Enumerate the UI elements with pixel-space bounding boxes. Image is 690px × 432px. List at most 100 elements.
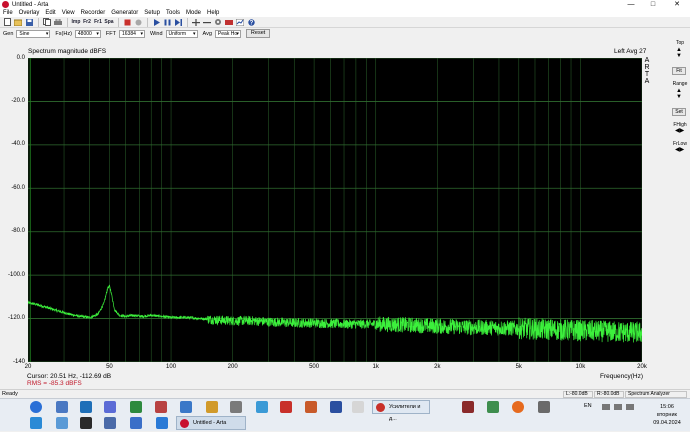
- fhigh-arrows[interactable]: ◀▶: [675, 128, 684, 134]
- app-icon[interactable]: [352, 401, 364, 413]
- app-icon[interactable]: [155, 401, 167, 413]
- app-icon[interactable]: [104, 401, 116, 413]
- help-button[interactable]: ?: [246, 18, 256, 27]
- firefox-icon[interactable]: [512, 401, 524, 413]
- new-file-button[interactable]: [2, 18, 12, 27]
- chevron-down-icon: ▾: [45, 30, 49, 37]
- zoom-app-icon[interactable]: [156, 417, 168, 429]
- app-icon[interactable]: [230, 401, 242, 413]
- save-button[interactable]: [24, 18, 34, 27]
- x-tick-label: 20: [24, 364, 32, 370]
- menu-recorder[interactable]: Recorder: [81, 9, 106, 17]
- menu-tools[interactable]: Tools: [166, 9, 180, 17]
- imp-mode-button[interactable]: Imp: [71, 18, 81, 27]
- menu-generator[interactable]: Generator: [111, 9, 138, 17]
- network-icon[interactable]: [602, 404, 610, 410]
- fft-value: 16384: [122, 30, 136, 37]
- fr1-mode-button[interactable]: Fr1: [93, 18, 103, 27]
- title-bar[interactable]: Untitled - Arta — □ ✕: [0, 0, 690, 9]
- record-button[interactable]: [133, 18, 143, 27]
- stop-button[interactable]: [122, 18, 132, 27]
- range-down-arrow[interactable]: ▼: [675, 94, 683, 100]
- app-icon[interactable]: [487, 401, 499, 413]
- spectrum-plot[interactable]: [28, 58, 642, 362]
- spa-mode-button[interactable]: Spa: [104, 18, 114, 27]
- start-orb-icon[interactable]: [30, 401, 42, 413]
- minimize-button[interactable]: —: [620, 0, 642, 9]
- gen-label: Gen: [3, 30, 14, 37]
- y-tick-label: -100.0: [7, 271, 25, 278]
- window-title: Untitled - Arta: [12, 1, 49, 8]
- app-icon[interactable]: [256, 401, 268, 413]
- app-icon[interactable]: [56, 417, 68, 429]
- app-icon[interactable]: [180, 401, 192, 413]
- app-icon[interactable]: [104, 417, 116, 429]
- app-icon[interactable]: [80, 401, 92, 413]
- windows-taskbar: Усилители и д... Untitled - Arta EN 15:0…: [0, 398, 690, 431]
- fr2-mode-button[interactable]: Fr2: [82, 18, 92, 27]
- menu-view[interactable]: View: [62, 9, 75, 17]
- avg-select[interactable]: Peak Ho ▾: [214, 29, 241, 38]
- explorer-icon[interactable]: [56, 401, 68, 413]
- volume-icon[interactable]: [614, 404, 622, 410]
- app-icon[interactable]: [305, 401, 317, 413]
- flow-arrows[interactable]: ◀▶: [675, 147, 684, 153]
- top-down-arrow[interactable]: ▼: [675, 53, 683, 59]
- fft-label: FFT: [105, 30, 116, 37]
- language-indicator[interactable]: EN: [584, 403, 592, 409]
- maximize-button[interactable]: □: [642, 0, 664, 9]
- copy-icon: [43, 18, 51, 26]
- mode-indicator: Spectrum Analyzer: [625, 391, 687, 398]
- menu-edit[interactable]: Edit: [45, 9, 55, 17]
- menu-help[interactable]: Help: [207, 9, 219, 17]
- window-select[interactable]: Uniform ▾: [165, 29, 198, 38]
- single-shot-button[interactable]: [173, 18, 183, 27]
- menu-mode[interactable]: Mode: [186, 9, 201, 17]
- app-icon[interactable]: [462, 401, 474, 413]
- set-button[interactable]: Set: [672, 108, 686, 116]
- close-button[interactable]: ✕: [664, 0, 690, 9]
- fs-select[interactable]: 48000 ▾: [74, 29, 101, 38]
- chevron-down-icon: ▾: [140, 30, 143, 37]
- generator-select[interactable]: Sine ▾: [16, 29, 51, 38]
- menu-file[interactable]: File: [3, 9, 13, 17]
- app-icon[interactable]: [206, 401, 218, 413]
- menu-setup[interactable]: Setup: [144, 9, 160, 17]
- graph-button[interactable]: [235, 18, 245, 27]
- open-button[interactable]: [13, 18, 23, 27]
- app-icon[interactable]: [80, 417, 92, 429]
- x-tick-label: 10k: [575, 364, 586, 370]
- zoom-out-button[interactable]: [202, 18, 212, 27]
- generator-bar: Gen Sine ▾ Fs(Hz) 48000 ▾ FFT 16384 ▾ Wind …: [0, 28, 690, 39]
- fft-select[interactable]: 16384 ▾: [119, 29, 145, 38]
- task-label: Untitled - Arta: [193, 420, 227, 426]
- menu-overlay[interactable]: Overlay: [19, 9, 40, 17]
- play-button[interactable]: [151, 18, 161, 27]
- telegram-icon[interactable]: [30, 417, 42, 429]
- taskbar-task-browser[interactable]: Усилители и д...: [372, 400, 430, 422]
- copy-button[interactable]: [42, 18, 52, 27]
- arta-task-icon: [180, 419, 189, 428]
- clock[interactable]: 15:06 вторник 09.04.2024: [650, 403, 684, 427]
- zoom-in-button[interactable]: [191, 18, 201, 27]
- settings-button[interactable]: [213, 18, 223, 27]
- chevron-down-icon: ▾: [96, 30, 99, 37]
- app-icon[interactable]: [538, 401, 550, 413]
- app-icon[interactable]: [130, 417, 142, 429]
- app-icon[interactable]: [330, 401, 342, 413]
- toolbar: Imp Fr2 Fr1 Spa ?: [0, 17, 690, 28]
- marker-button[interactable]: [224, 18, 234, 27]
- folder-icon: [14, 19, 22, 26]
- taskbar-task-arta[interactable]: Untitled - Arta: [176, 416, 246, 430]
- toolbar-separator: [118, 17, 119, 27]
- pause-button[interactable]: [162, 18, 172, 27]
- avg-value: Peak Ho: [217, 30, 238, 37]
- battery-icon[interactable]: [626, 404, 634, 410]
- reset-button[interactable]: Reset: [245, 29, 271, 38]
- step-icon: [174, 18, 182, 26]
- app-icon[interactable]: [280, 401, 292, 413]
- print-button[interactable]: [53, 18, 63, 27]
- app-icon[interactable]: [130, 401, 142, 413]
- x-tick-label: 2k: [434, 364, 441, 370]
- fit-button[interactable]: Fit: [672, 67, 686, 75]
